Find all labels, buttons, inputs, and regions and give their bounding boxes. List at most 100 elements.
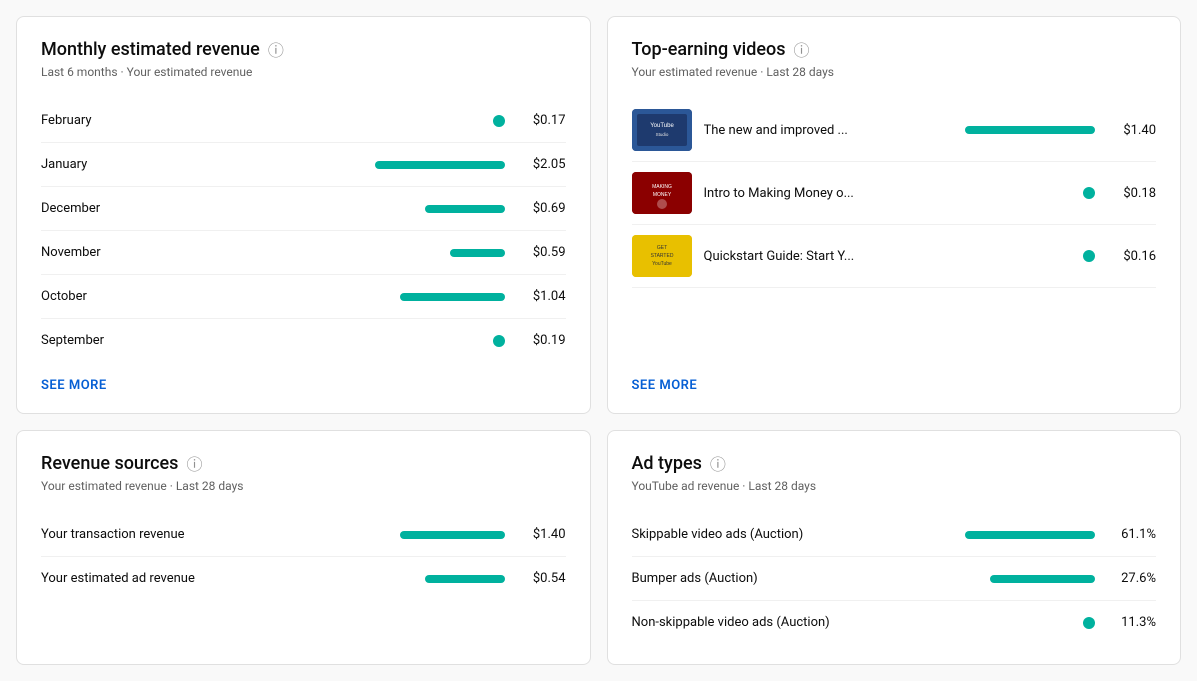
bar-container <box>852 575 1096 583</box>
table-row: December $0.69 <box>41 187 566 231</box>
row-value: 27.6% <box>1111 571 1156 586</box>
svg-text:MAKING: MAKING <box>652 184 672 190</box>
bar-container <box>161 161 505 169</box>
bar-container <box>221 531 505 539</box>
monthly-revenue-header: Monthly estimated revenue ⓘ <box>41 37 566 61</box>
top-earning-see-more-button[interactable]: SEE MORE <box>632 378 1157 393</box>
video-title: Quickstart Guide: Start Y... <box>704 249 894 264</box>
row-label: December <box>41 201 161 216</box>
svg-text:YouTube: YouTube <box>650 123 674 129</box>
bar-chart <box>375 161 505 169</box>
revenue-sources-info-icon[interactable]: ⓘ <box>186 451 202 475</box>
bar-chart <box>1083 187 1095 199</box>
bar-container <box>161 335 505 347</box>
revenue-sources-subtitle: Your estimated revenue · Last 28 days <box>41 479 566 493</box>
table-row: Your estimated ad revenue $0.54 <box>41 557 566 600</box>
table-row: September $0.19 <box>41 319 566 362</box>
svg-text:GET: GET <box>656 245 666 251</box>
bar-chart <box>965 126 1095 134</box>
top-earning-header: Top-earning videos ⓘ <box>632 37 1157 61</box>
top-earning-card: Top-earning videos ⓘ Your estimated reve… <box>607 16 1182 414</box>
video-title: Intro to Making Money o... <box>704 186 894 201</box>
bar-container <box>905 126 1095 134</box>
row-value: $1.40 <box>1111 123 1156 138</box>
bar-container <box>161 249 505 257</box>
row-value: $0.19 <box>521 333 566 348</box>
video-title: The new and improved ... <box>704 123 894 138</box>
row-label: Skippable video ads (Auction) <box>632 527 852 542</box>
bar-chart <box>990 575 1095 583</box>
svg-text:STARTED: STARTED <box>650 253 673 259</box>
table-row: Bumper ads (Auction) 27.6% <box>632 557 1157 601</box>
video-thumbnail: MAKING MONEY <box>632 172 692 214</box>
row-label: October <box>41 289 161 304</box>
row-value: $1.40 <box>521 527 566 542</box>
row-label: February <box>41 113 161 128</box>
bar-chart <box>400 531 505 539</box>
row-value: $0.69 <box>521 201 566 216</box>
table-row: Your transaction revenue $1.40 <box>41 513 566 557</box>
row-value: $0.17 <box>521 113 566 128</box>
bar-container <box>905 250 1095 262</box>
bar-chart <box>425 205 505 213</box>
monthly-revenue-title: Monthly estimated revenue <box>41 39 260 60</box>
dashboard: Monthly estimated revenue ⓘ Last 6 month… <box>0 0 1197 681</box>
bar-container <box>852 617 1096 629</box>
bar-container <box>161 293 505 301</box>
ad-types-header: Ad types ⓘ <box>632 451 1157 475</box>
bar-chart <box>450 249 505 257</box>
table-row: GET STARTED YouTube Quickstart Guide: St… <box>632 225 1157 288</box>
bar-chart <box>425 575 505 583</box>
video-thumbnail: GET STARTED YouTube <box>632 235 692 277</box>
monthly-revenue-card: Monthly estimated revenue ⓘ Last 6 month… <box>16 16 591 414</box>
bar-chart <box>493 335 505 347</box>
row-label: Bumper ads (Auction) <box>632 571 852 586</box>
row-label: September <box>41 333 161 348</box>
row-value: $0.59 <box>521 245 566 260</box>
bar-container <box>221 575 505 583</box>
bar-container <box>905 187 1095 199</box>
table-row: Non-skippable video ads (Auction) 11.3% <box>632 601 1157 644</box>
monthly-see-more-button[interactable]: SEE MORE <box>41 378 566 393</box>
row-value: 61.1% <box>1111 527 1156 542</box>
row-label: Your estimated ad revenue <box>41 571 221 586</box>
bar-chart <box>493 115 505 127</box>
row-value: $0.54 <box>521 571 566 586</box>
video-thumbnail: YouTube Studio <box>632 109 692 151</box>
monthly-revenue-subtitle: Last 6 months · Your estimated revenue <box>41 65 566 79</box>
row-label: November <box>41 245 161 260</box>
row-label: January <box>41 157 161 172</box>
table-row: Skippable video ads (Auction) 61.1% <box>632 513 1157 557</box>
row-value: $0.18 <box>1111 186 1156 201</box>
row-label: Your transaction revenue <box>41 527 221 542</box>
row-label: Non-skippable video ads (Auction) <box>632 615 852 630</box>
svg-text:MONEY: MONEY <box>652 192 671 198</box>
svg-text:Studio: Studio <box>655 132 668 137</box>
monthly-revenue-info-icon[interactable]: ⓘ <box>268 37 284 61</box>
bar-container <box>161 115 505 127</box>
table-row: October $1.04 <box>41 275 566 319</box>
bar-chart <box>965 531 1095 539</box>
svg-text:YouTube: YouTube <box>652 261 672 267</box>
top-earning-title: Top-earning videos <box>632 39 786 60</box>
bar-chart <box>1083 617 1095 629</box>
top-earning-subtitle: Your estimated revenue · Last 28 days <box>632 65 1157 79</box>
row-value: 11.3% <box>1111 615 1156 630</box>
table-row: November $0.59 <box>41 231 566 275</box>
table-row: MAKING MONEY Intro to Making Money o... … <box>632 162 1157 225</box>
row-value: $1.04 <box>521 289 566 304</box>
bar-chart <box>400 293 505 301</box>
row-value: $0.16 <box>1111 249 1156 264</box>
row-value: $2.05 <box>521 157 566 172</box>
table-row: YouTube Studio The new and improved ... … <box>632 99 1157 162</box>
ad-types-card: Ad types ⓘ YouTube ad revenue · Last 28 … <box>607 430 1182 665</box>
ad-types-title: Ad types <box>632 453 702 474</box>
table-row: January $2.05 <box>41 143 566 187</box>
bar-container <box>161 205 505 213</box>
revenue-sources-card: Revenue sources ⓘ Your estimated revenue… <box>16 430 591 665</box>
revenue-sources-header: Revenue sources ⓘ <box>41 451 566 475</box>
top-earning-info-icon[interactable]: ⓘ <box>793 37 809 61</box>
bar-container <box>852 531 1096 539</box>
ad-types-info-icon[interactable]: ⓘ <box>710 451 726 475</box>
bar-chart <box>1083 250 1095 262</box>
